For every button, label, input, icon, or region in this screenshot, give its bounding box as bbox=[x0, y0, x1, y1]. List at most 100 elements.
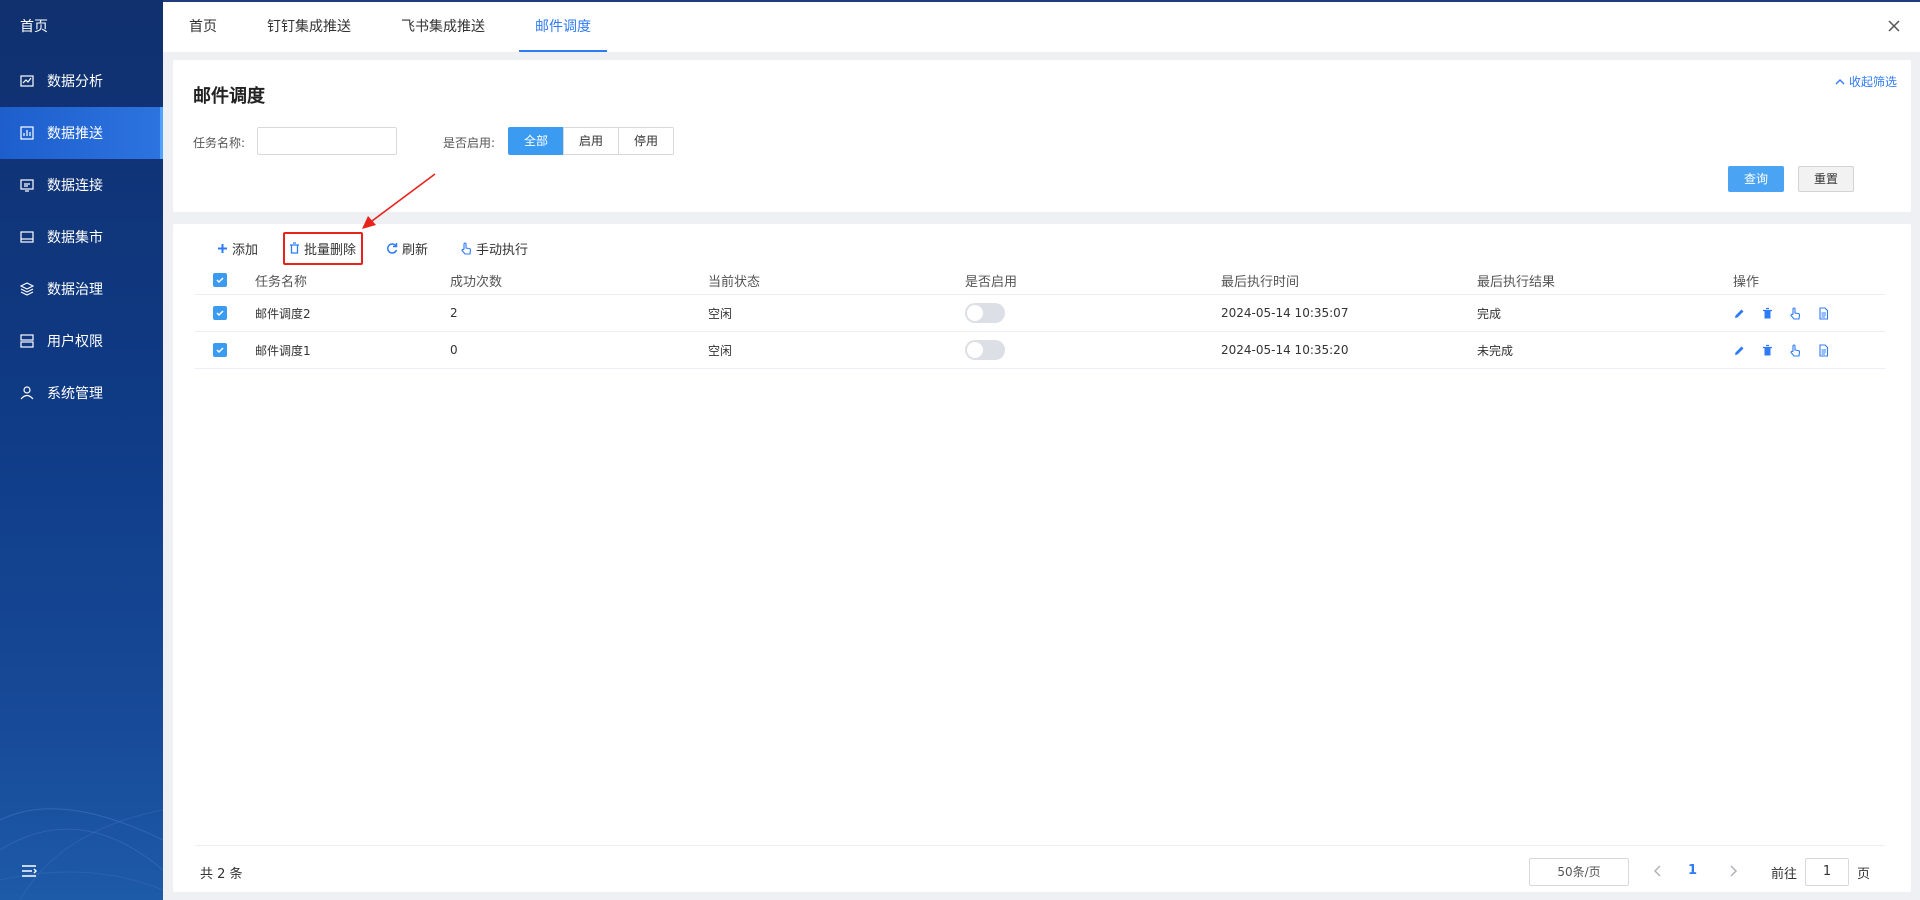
table-panel: 添加 批量删除 刷新 手动执行 任务名称 成功次数 当前状态 是否启用 最后执行… bbox=[173, 224, 1911, 892]
page-title: 邮件调度 bbox=[193, 86, 265, 107]
sidebar-item-label: 数据连接 bbox=[47, 178, 103, 194]
enabled-segmented: 全部 启用 停用 bbox=[508, 127, 675, 155]
add-button[interactable]: 添加 bbox=[217, 238, 258, 258]
table-row: 邮件调度1 0 空闲 2024-05-14 10:35:20 未完成 bbox=[195, 332, 1885, 369]
current-page[interactable]: 1 bbox=[1688, 863, 1697, 878]
row-actions bbox=[1733, 295, 1830, 331]
trash-icon bbox=[289, 242, 300, 254]
reset-button[interactable]: 重置 bbox=[1798, 166, 1854, 192]
tab-dingtalk-push[interactable]: 钉钉集成推送 bbox=[267, 2, 351, 52]
sidebar-home[interactable]: 首页 bbox=[0, 0, 163, 55]
sidebar-item-label: 用户权限 bbox=[47, 334, 103, 350]
footer-divider bbox=[195, 845, 1885, 846]
chevron-right-icon[interactable] bbox=[1726, 864, 1740, 878]
sidebar-item-data-analysis[interactable]: 数据分析 bbox=[0, 55, 163, 107]
refresh-label: 刷新 bbox=[402, 242, 429, 258]
query-button[interactable]: 查询 bbox=[1728, 166, 1784, 192]
status-cell: 空闲 bbox=[708, 343, 733, 358]
last-result-cell: 完成 bbox=[1477, 306, 1502, 321]
delete-icon[interactable] bbox=[1761, 344, 1774, 357]
menu-collapse-icon[interactable] bbox=[20, 862, 38, 880]
row-checkbox[interactable] bbox=[213, 332, 227, 368]
tab-bar: 首页 钉钉集成推送 飞书集成推送 邮件调度 bbox=[163, 0, 1920, 52]
annotation-arrow-icon bbox=[362, 173, 436, 229]
task-name-label: 任务名称: bbox=[193, 136, 246, 150]
page-suffix: 页 bbox=[1857, 867, 1871, 882]
enabled-label: 是否启用: bbox=[443, 136, 496, 150]
layers-icon bbox=[20, 282, 34, 296]
last-time-cell: 2024-05-14 10:35:20 bbox=[1221, 343, 1349, 357]
close-icon[interactable] bbox=[1886, 18, 1902, 34]
plus-icon bbox=[217, 243, 228, 254]
success-count-cell: 0 bbox=[450, 343, 458, 357]
sidebar-item-data-connect[interactable]: 数据连接 bbox=[0, 159, 163, 211]
edit-icon[interactable] bbox=[1733, 344, 1746, 357]
settings-icon bbox=[20, 386, 34, 400]
table-header: 任务名称 成功次数 当前状态 是否启用 最后执行时间 最后执行结果 操作 bbox=[195, 266, 1885, 295]
success-count-cell: 2 bbox=[450, 306, 458, 320]
enabled-option-on[interactable]: 启用 bbox=[563, 127, 620, 155]
sidebar-item-label: 数据推送 bbox=[47, 126, 103, 142]
select-all-checkbox[interactable] bbox=[213, 266, 227, 294]
sidebar-item-data-market[interactable]: 数据集市 bbox=[0, 211, 163, 263]
sidebar-item-label: 数据集市 bbox=[47, 230, 103, 246]
row-checkbox[interactable] bbox=[213, 295, 227, 331]
task-name-input[interactable] bbox=[257, 127, 397, 155]
column-header: 成功次数 bbox=[450, 274, 503, 290]
refresh-icon bbox=[386, 242, 398, 254]
goto-page-input[interactable]: 1 bbox=[1805, 858, 1849, 886]
add-label: 添加 bbox=[232, 242, 259, 258]
sidebar: 首页 数据分析 数据推送 数据连接 数据集市 数据治理 用户权限 系统管理 bbox=[0, 0, 163, 900]
chevron-left-icon[interactable] bbox=[1651, 864, 1665, 878]
column-header: 最后执行结果 bbox=[1477, 274, 1556, 290]
enabled-option-all[interactable]: 全部 bbox=[508, 127, 565, 155]
sidebar-item-data-push[interactable]: 数据推送 bbox=[0, 107, 163, 159]
column-header: 任务名称 bbox=[255, 274, 308, 290]
chevron-up-icon bbox=[1835, 78, 1845, 84]
execute-icon[interactable] bbox=[1789, 343, 1802, 357]
connect-icon bbox=[20, 178, 34, 192]
sidebar-item-data-governance[interactable]: 数据治理 bbox=[0, 263, 163, 315]
enabled-switch[interactable] bbox=[965, 295, 1005, 331]
task-name-cell: 邮件调度2 bbox=[255, 306, 311, 321]
status-cell: 空闲 bbox=[708, 306, 733, 321]
manual-run-label: 手动执行 bbox=[476, 242, 529, 258]
log-icon[interactable] bbox=[1817, 343, 1830, 357]
enabled-switch[interactable] bbox=[965, 332, 1005, 368]
tab-feishu-push[interactable]: 飞书集成推送 bbox=[401, 2, 485, 52]
total-count: 共 2 条 bbox=[200, 867, 243, 882]
delete-icon[interactable] bbox=[1761, 307, 1774, 320]
row-actions bbox=[1733, 332, 1830, 368]
column-header: 当前状态 bbox=[708, 274, 761, 290]
push-icon bbox=[20, 126, 34, 140]
log-icon[interactable] bbox=[1817, 306, 1830, 320]
batch-delete-button[interactable]: 批量删除 bbox=[289, 238, 356, 258]
hand-pointer-icon bbox=[460, 241, 472, 255]
sidebar-item-label: 数据治理 bbox=[47, 282, 103, 298]
sidebar-item-user-permission[interactable]: 用户权限 bbox=[0, 315, 163, 367]
goto-label: 前往 bbox=[1771, 867, 1798, 882]
collapse-filter-link[interactable]: 收起筛选 bbox=[1835, 73, 1897, 90]
last-result-cell: 未完成 bbox=[1477, 343, 1514, 358]
table-row: 邮件调度2 2 空闲 2024-05-14 10:35:07 完成 bbox=[195, 295, 1885, 332]
column-header: 是否启用 bbox=[965, 274, 1018, 290]
tab-mail-schedule[interactable]: 邮件调度 bbox=[519, 2, 607, 52]
refresh-button[interactable]: 刷新 bbox=[386, 238, 428, 258]
user-icon bbox=[20, 334, 34, 348]
edit-icon[interactable] bbox=[1733, 307, 1746, 320]
collapse-filter-label: 收起筛选 bbox=[1848, 75, 1897, 89]
market-icon bbox=[20, 230, 34, 244]
page-size-select[interactable]: 50条/页 bbox=[1529, 858, 1629, 886]
task-name-cell: 邮件调度1 bbox=[255, 343, 311, 358]
last-time-cell: 2024-05-14 10:35:07 bbox=[1221, 306, 1349, 320]
sidebar-item-system-management[interactable]: 系统管理 bbox=[0, 367, 163, 419]
execute-icon[interactable] bbox=[1789, 306, 1802, 320]
manual-run-button[interactable]: 手动执行 bbox=[460, 238, 528, 258]
analysis-icon bbox=[20, 74, 34, 88]
sidebar-item-label: 数据分析 bbox=[47, 74, 103, 90]
batch-delete-label: 批量删除 bbox=[304, 242, 357, 258]
sidebar-item-label: 系统管理 bbox=[47, 386, 103, 402]
enabled-option-off[interactable]: 停用 bbox=[618, 127, 675, 155]
column-header: 操作 bbox=[1733, 274, 1760, 290]
tab-home[interactable]: 首页 bbox=[189, 2, 217, 52]
